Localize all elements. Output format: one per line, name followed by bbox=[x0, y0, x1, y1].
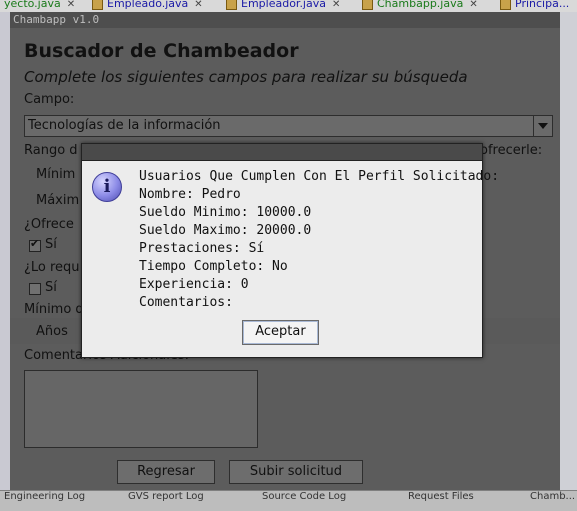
output-tab[interactable]: GVS report Log bbox=[128, 491, 204, 502]
output-tab[interactable]: Engineering Log bbox=[4, 491, 85, 502]
results-dialog: i Usuarios Que Cumplen Con El Perfil Sol… bbox=[81, 143, 499, 358]
editor-scrollbar[interactable] bbox=[560, 12, 577, 492]
dialog-message: Usuarios Que Cumplen Con El Perfil Solic… bbox=[139, 168, 499, 312]
output-tab[interactable]: Request Files bbox=[408, 491, 474, 502]
close-icon[interactable]: ✕ bbox=[67, 0, 75, 10]
java-file-icon bbox=[500, 0, 511, 10]
campo-select[interactable]: Tecnologías de la información bbox=[24, 115, 553, 137]
message-line: Sueldo Maximo: 20000.0 bbox=[139, 223, 312, 238]
close-icon[interactable]: ✕ bbox=[194, 0, 202, 10]
page-subtitle: Complete los siguientes campos para real… bbox=[24, 68, 468, 86]
dialog-title-bar[interactable] bbox=[82, 144, 482, 161]
output-tab[interactable]: Chamb... bbox=[530, 491, 575, 502]
ofrecer-label: ofrecerle: bbox=[480, 143, 543, 158]
editor-tab[interactable]: Chambapp.java ✕ bbox=[358, 0, 482, 11]
info-icon: i bbox=[92, 172, 122, 202]
comentarios-textarea[interactable] bbox=[24, 370, 258, 448]
message-line: Sueldo Minimo: 10000.0 bbox=[139, 205, 312, 220]
message-line: Usuarios Que Cumplen Con El Perfil Solic… bbox=[139, 169, 500, 184]
message-line: Comentarios: bbox=[139, 295, 233, 310]
campo-select-value: Tecnologías de la información bbox=[28, 118, 221, 133]
rango-label: Rango d bbox=[24, 143, 78, 158]
aceptar-button[interactable]: Aceptar bbox=[242, 320, 319, 345]
ofrece-label: ¿Ofrece bbox=[24, 217, 74, 232]
checkbox-label: Sí bbox=[45, 237, 57, 252]
output-tabs: Engineering Log GVS report Log Source Co… bbox=[0, 490, 577, 511]
java-file-icon bbox=[226, 0, 237, 10]
minimo-exp-label: Mínimo d bbox=[24, 302, 84, 317]
editor-tab[interactable]: Empleador.java ✕ bbox=[222, 0, 344, 11]
requiere-label: ¿Lo requ bbox=[24, 260, 80, 275]
java-file-icon bbox=[362, 0, 373, 10]
close-icon[interactable]: ✕ bbox=[332, 0, 340, 10]
chevron-down-icon[interactable] bbox=[533, 116, 552, 136]
editor-gutter bbox=[0, 12, 10, 492]
editor-tab[interactable]: Principa... bbox=[496, 0, 573, 11]
java-file-icon bbox=[92, 0, 103, 10]
output-tab[interactable]: Source Code Log bbox=[262, 491, 346, 502]
tiempo-completo-checkbox[interactable] bbox=[29, 283, 41, 295]
regresar-button[interactable]: Regresar bbox=[117, 460, 215, 484]
editor-tab[interactable]: Empleado.java ✕ bbox=[88, 0, 207, 11]
message-line: Tiempo Completo: No bbox=[139, 259, 288, 274]
message-line: Experiencia: 0 bbox=[139, 277, 249, 292]
page-title: Buscador de Chambeador bbox=[24, 40, 299, 62]
close-icon[interactable]: ✕ bbox=[469, 0, 477, 10]
prestaciones-checkbox[interactable] bbox=[29, 237, 41, 252]
message-line: Prestaciones: Sí bbox=[139, 241, 265, 256]
subir-solicitud-button[interactable]: Subir solicitud bbox=[229, 460, 363, 484]
window-title: Chambapp v1.0 bbox=[10, 12, 560, 28]
checkbox-label: Sí bbox=[45, 280, 57, 295]
message-line: Nombre: Pedro bbox=[139, 187, 241, 202]
editor-tab[interactable]: yecto.java ✕ bbox=[0, 0, 79, 11]
anos-label: Años bbox=[36, 324, 68, 339]
campo-label: Campo: bbox=[24, 92, 75, 107]
minimo-label: Mínim bbox=[36, 167, 76, 182]
maximo-label: Máxim bbox=[36, 193, 80, 208]
